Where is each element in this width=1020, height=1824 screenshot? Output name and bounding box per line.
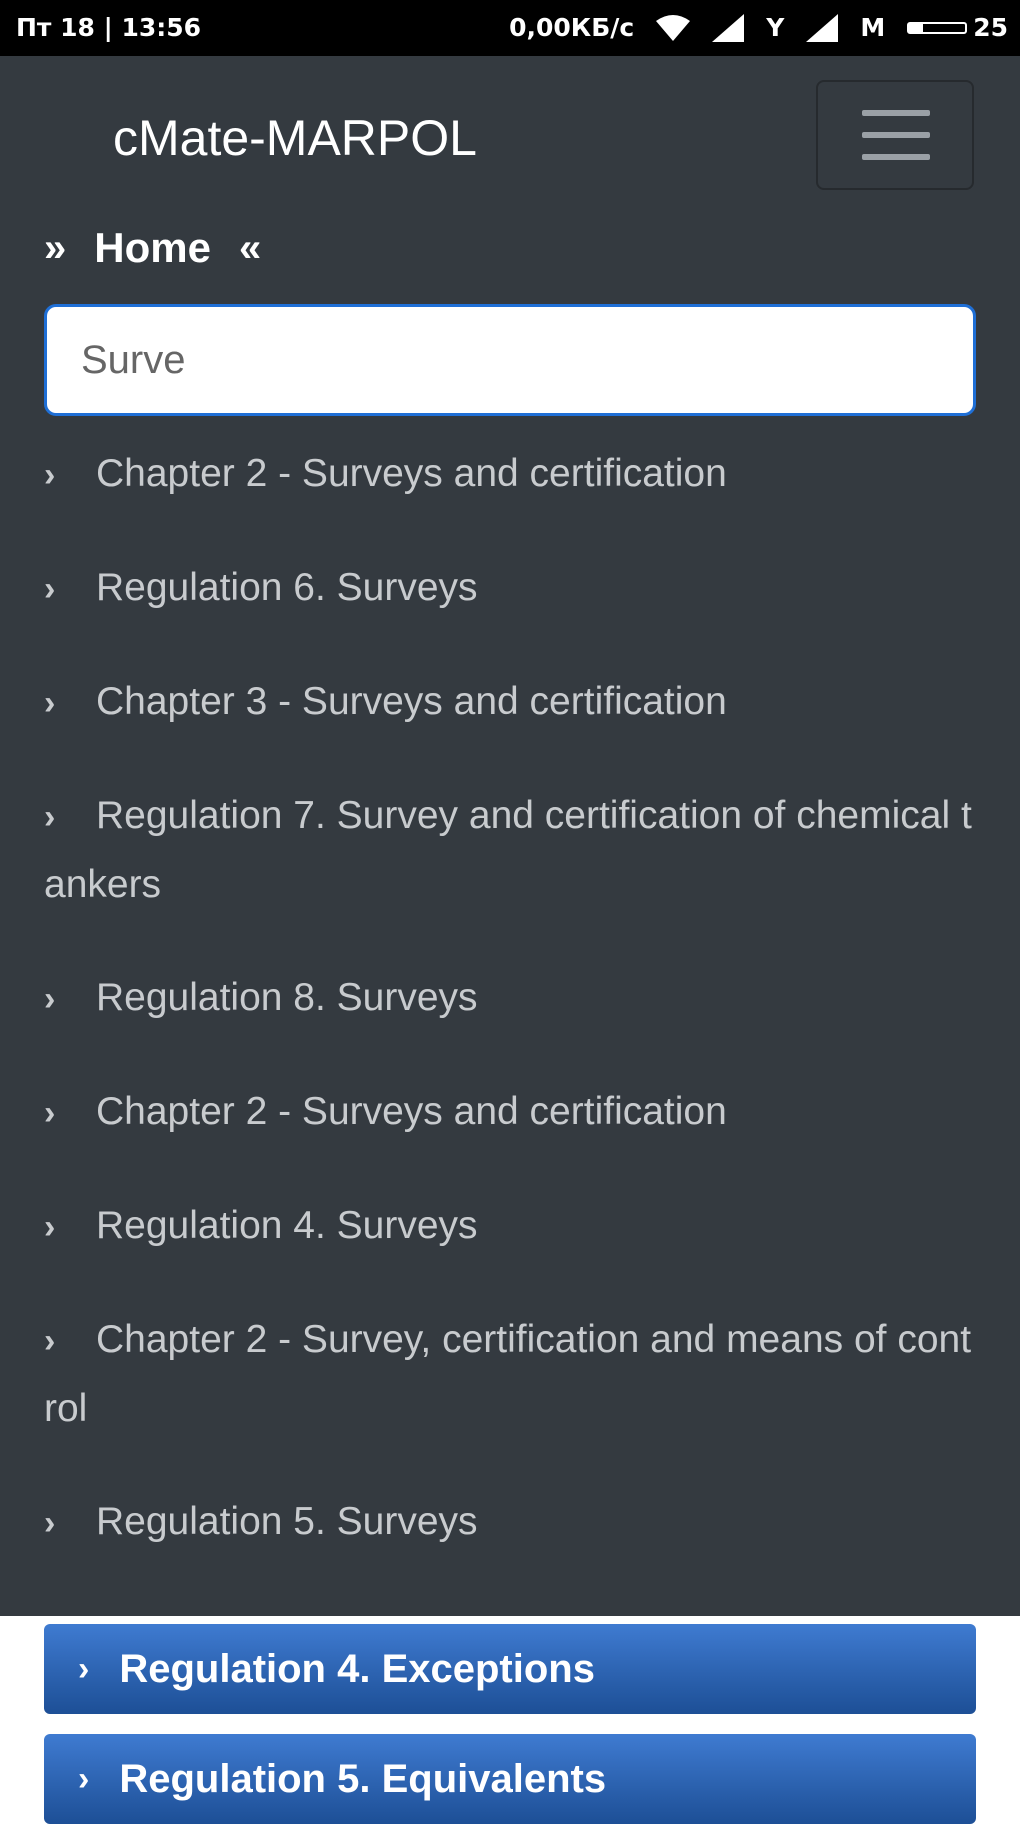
hamburger-menu-icon <box>862 110 930 116</box>
search-result-label: Chapter 3 - Surveys and certification <box>96 680 727 723</box>
search-result-item[interactable]: › Regulation 6. Surveys <box>44 554 976 623</box>
search-result-label: Chapter 2 - Surveys and certification <box>96 1090 727 1133</box>
section-button-regulation-5[interactable]: › Regulation 5. Equivalents <box>44 1734 976 1824</box>
search-result-label: Regulation 7. Survey and certification o… <box>44 794 972 906</box>
search-result-item[interactable]: › Chapter 2 - Surveys and certification <box>44 1078 976 1147</box>
search-input[interactable] <box>44 304 976 416</box>
search-result-item[interactable]: › Chapter 3 - Surveys and certification <box>44 668 976 737</box>
battery-level: 25 <box>973 13 1008 42</box>
sim1-label: Y <box>766 13 785 42</box>
double-chevron-right-icon: » <box>44 226 67 270</box>
chevron-right-icon: › <box>44 570 56 608</box>
network-speed: 0,00КБ/с <box>509 13 635 42</box>
section-label: Regulation 4. Exceptions <box>119 1646 595 1691</box>
search-result-label: Chapter 2 - Surveys and certification <box>96 452 727 495</box>
section-button-regulation-4[interactable]: › Regulation 4. Exceptions <box>44 1624 976 1714</box>
brand-title[interactable]: cMate-MARPOL <box>113 110 477 166</box>
search-result-item[interactable]: › Chapter 2 - Surveys and certification <box>44 440 976 509</box>
navbar-panel: cMate-MARPOL » Home « ›Chapter 2 - Surve… <box>0 56 1020 1616</box>
menu-toggle-button[interactable] <box>816 80 974 190</box>
search-result-label: Chapter 2 - Survey, certification and me… <box>44 1318 972 1430</box>
chevron-right-icon: › <box>44 456 56 494</box>
double-chevron-left-icon: « <box>238 226 262 270</box>
chevron-right-icon: › <box>44 980 56 1018</box>
status-indicators: 0,00КБ/с Y M 25 <box>509 13 1008 42</box>
chevron-right-icon: › <box>44 798 56 836</box>
home-link[interactable]: Home <box>94 224 211 272</box>
status-time: Пт 18 | 13:56 <box>16 13 202 42</box>
wifi-icon <box>656 14 691 41</box>
signal-icon-sim1 <box>712 13 745 42</box>
chevron-right-icon: › <box>78 1649 90 1688</box>
sim2-label: M <box>860 13 886 42</box>
search-result-label: Regulation 4. Surveys <box>96 1204 478 1247</box>
search-result-label: Regulation 5. Surveys <box>96 1500 478 1543</box>
battery-fill <box>909 23 924 32</box>
search-result-item[interactable]: › Chapter 2 - Survey, certification and m… <box>44 1306 976 1443</box>
search-result-item[interactable]: › Regulation 7. Survey and certification … <box>44 782 976 919</box>
search-result-label: Regulation 8. Surveys <box>96 976 478 1019</box>
hamburger-menu-icon-line <box>862 132 930 138</box>
search-results-list: › Chapter 2 - Surveys and certification › R… <box>44 440 976 1602</box>
chevron-right-icon: › <box>44 1094 56 1132</box>
chevron-right-icon: › <box>44 1208 56 1246</box>
hamburger-menu-icon-line <box>862 154 930 160</box>
section-label: Regulation 5. Equivalents <box>119 1756 607 1801</box>
chevron-right-icon: › <box>44 1322 56 1360</box>
status-bar: Пт 18 | 13:56 0,00КБ/с Y M 25 <box>0 0 1020 56</box>
breadcrumb: » Home « <box>44 222 261 274</box>
chevron-right-icon: › <box>44 1504 56 1542</box>
chevron-right-icon: › <box>78 1759 90 1798</box>
chevron-right-icon: › <box>44 684 56 722</box>
search-result-item[interactable]: › Regulation 8. Surveys <box>44 964 976 1033</box>
battery-icon: 25 <box>907 13 1008 42</box>
battery-bar <box>907 21 968 34</box>
search-result-item[interactable]: › Regulation 5. Surveys <box>44 1488 976 1557</box>
search-result-item[interactable]: › Regulation 4. Surveys <box>44 1192 976 1261</box>
search-result-label: Regulation 6. Surveys <box>96 566 478 609</box>
signal-icon-sim2 <box>806 13 839 42</box>
